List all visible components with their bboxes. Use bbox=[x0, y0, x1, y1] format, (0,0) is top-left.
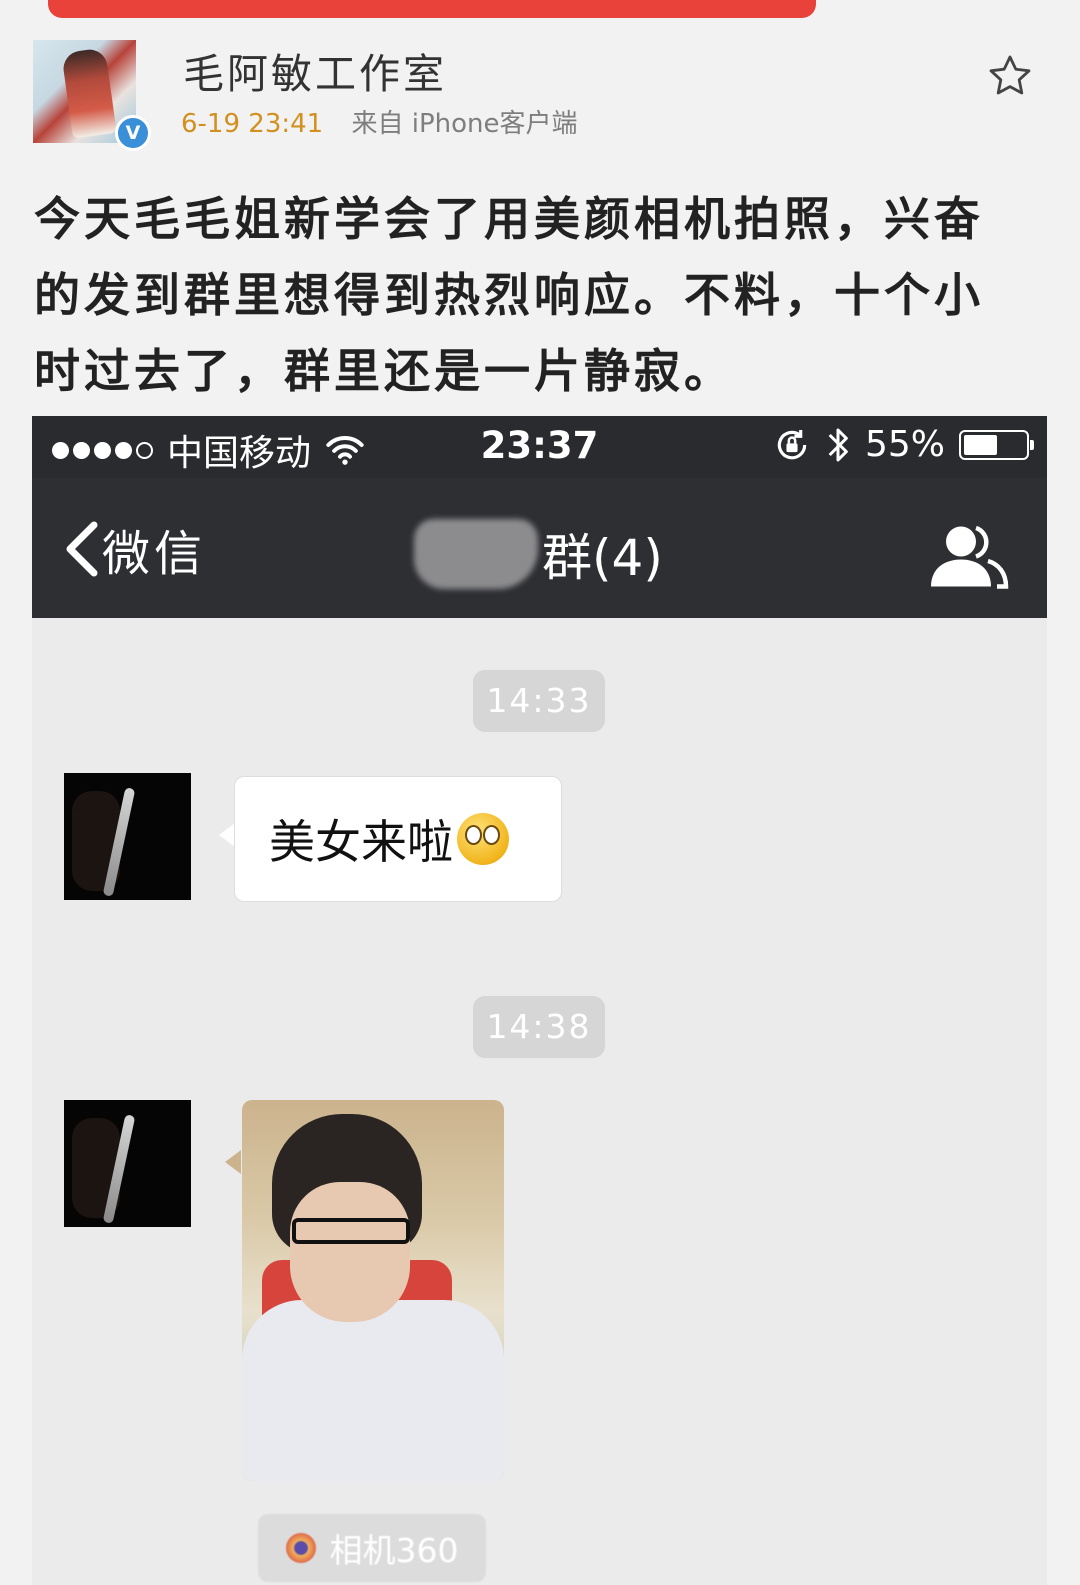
sender-avatar[interactable] bbox=[64, 773, 191, 900]
rotation-lock-icon bbox=[777, 429, 807, 459]
chevron-left-icon bbox=[66, 521, 98, 577]
group-members-button[interactable] bbox=[922, 520, 1012, 590]
status-bar: 中国移动 23:37 55% bbox=[32, 416, 1047, 478]
top-banner-bar bbox=[48, 0, 816, 18]
photo-message[interactable] bbox=[242, 1100, 504, 1481]
back-label: 微信 bbox=[102, 526, 207, 582]
battery-icon bbox=[959, 429, 1034, 460]
favorite-button[interactable] bbox=[984, 50, 1036, 102]
status-right: 55% bbox=[773, 424, 1034, 465]
star-outline-icon bbox=[989, 55, 1031, 95]
chat-area: 14:33 美女来啦 14:38 bbox=[32, 618, 1047, 1585]
verified-badge: V bbox=[115, 115, 151, 151]
chat-screenshot: 中国移动 23:37 55% 微信 群(4) 14:33 美女来啦 14:38 … bbox=[32, 416, 1047, 1585]
avatar-figure bbox=[61, 47, 117, 139]
camera-app-icon bbox=[285, 1533, 316, 1563]
bubble-tail bbox=[219, 823, 235, 847]
post-text: 今天毛毛姐新学会了用美颜相机拍照，兴奋的发到群里想得到热烈响应。不料，十个小时过… bbox=[34, 192, 984, 398]
message-timestamp: 14:38 bbox=[473, 996, 605, 1058]
surprised-emoji-icon bbox=[457, 813, 509, 865]
message-text: 美女来啦 bbox=[269, 815, 453, 869]
chat-title: 群(4) bbox=[414, 518, 663, 590]
photo-source-label: 相机360 bbox=[329, 1531, 459, 1570]
battery-fill bbox=[964, 434, 997, 455]
post-time: 6-19 23:41 bbox=[181, 109, 324, 139]
redacted-group-name bbox=[414, 519, 538, 589]
message-timestamp: 14:33 bbox=[473, 670, 605, 732]
post-source: 来自 iPhone客户端 bbox=[351, 109, 578, 139]
sender-avatar[interactable] bbox=[64, 1100, 191, 1227]
battery-percentage: 55% bbox=[864, 424, 945, 465]
chat-navbar: 微信 群(4) bbox=[32, 478, 1047, 618]
back-button[interactable]: 微信 bbox=[62, 514, 206, 584]
message-bubble[interactable]: 美女来啦 bbox=[234, 776, 562, 902]
poster-name[interactable]: 毛阿敏工作室 bbox=[183, 40, 447, 100]
bubble-tail bbox=[225, 1150, 241, 1174]
group-members-icon bbox=[931, 525, 1009, 589]
bluetooth-icon bbox=[828, 428, 848, 461]
photo-source-tag[interactable]: 相机360 bbox=[258, 1514, 486, 1582]
chat-title-text: 群(4) bbox=[542, 529, 663, 587]
post-meta: 6-19 23:41 来自 iPhone客户端 bbox=[181, 103, 578, 140]
